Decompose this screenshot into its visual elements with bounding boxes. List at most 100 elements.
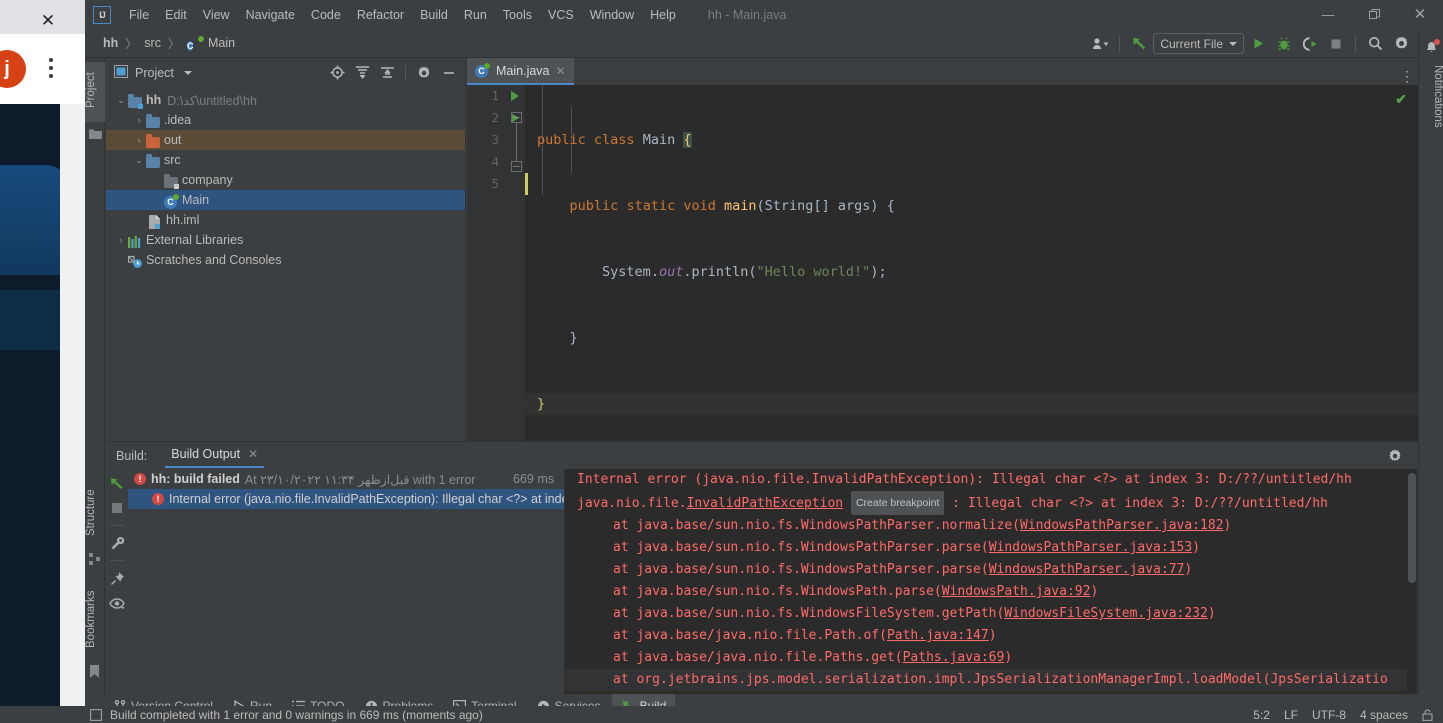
file-encoding[interactable]: UTF-8 bbox=[1312, 708, 1346, 722]
code-editor[interactable]: 1 2 3 4 5 ─ ─ public class Main { public… bbox=[467, 85, 1425, 441]
build-console[interactable]: Internal error (java.nio.file.InvalidPat… bbox=[565, 469, 1443, 695]
chevron-down-icon[interactable] bbox=[183, 70, 192, 75]
tree-node-hh-iml[interactable]: hh.iml bbox=[106, 210, 465, 230]
maximize-icon[interactable] bbox=[1351, 0, 1397, 29]
menu-vcs[interactable]: VCS bbox=[540, 5, 582, 25]
fold-region-line bbox=[516, 123, 517, 161]
indent-setting[interactable]: 4 spaces bbox=[1360, 708, 1408, 722]
java-class-icon: C bbox=[186, 40, 194, 51]
build-events-tree[interactable]: ! hh: build failed At ۲۳/۱۰/۲۰۲۲ ۱۱:۳۴ ق… bbox=[128, 469, 565, 695]
build-event-title: hh: build failed bbox=[151, 472, 240, 486]
line-separator[interactable]: LF bbox=[1284, 708, 1298, 722]
module-folder-icon bbox=[128, 93, 143, 109]
menu-edit[interactable]: Edit bbox=[157, 5, 195, 25]
stop-icon[interactable] bbox=[109, 500, 125, 516]
sidebar-tab-project[interactable]: Project bbox=[85, 62, 105, 122]
expand-all-icon[interactable] bbox=[350, 62, 374, 84]
chevron-down-icon[interactable]: ⌄ bbox=[132, 155, 146, 166]
kebab-menu-icon[interactable] bbox=[42, 54, 60, 84]
run-with-coverage-icon[interactable] bbox=[1298, 33, 1322, 55]
run-gutter-icon[interactable] bbox=[511, 91, 519, 101]
debug-icon[interactable] bbox=[1272, 33, 1296, 55]
search-icon[interactable] bbox=[1363, 33, 1387, 55]
exception-link[interactable]: InvalidPathException bbox=[687, 496, 844, 511]
code-line-2[interactable]: public static void main(String[] args) { bbox=[525, 195, 1425, 217]
stack-link[interactable]: WindowsPathParser.java:77 bbox=[989, 562, 1185, 577]
close-icon[interactable]: ✕ bbox=[1397, 0, 1443, 29]
sidebar-tab-structure[interactable]: Structure bbox=[85, 478, 105, 548]
tree-node-company[interactable]: company bbox=[106, 170, 465, 190]
select-opened-file-icon[interactable] bbox=[325, 62, 349, 84]
tree-node-external-libraries[interactable]: › External Libraries bbox=[106, 230, 465, 250]
build-settings-icon[interactable] bbox=[109, 535, 125, 551]
chevron-right-icon[interactable]: › bbox=[114, 235, 128, 245]
breadcrumb-main[interactable]: Main bbox=[206, 36, 237, 50]
menu-window[interactable]: Window bbox=[582, 5, 642, 25]
hide-icon[interactable] bbox=[437, 62, 461, 84]
menu-help[interactable]: Help bbox=[642, 5, 684, 25]
close-icon[interactable]: ✕ bbox=[38, 12, 58, 32]
close-icon[interactable]: ✕ bbox=[556, 64, 566, 78]
tree-node-idea[interactable]: › .idea bbox=[106, 110, 465, 130]
stack-link[interactable]: WindowsPathParser.java:153 bbox=[989, 540, 1193, 555]
close-icon[interactable]: ✕ bbox=[248, 447, 258, 461]
event-log-icon[interactable] bbox=[90, 708, 102, 721]
code-line-1[interactable]: public class Main { bbox=[525, 129, 1425, 151]
tree-node-src[interactable]: ⌄ src bbox=[106, 150, 465, 170]
update-project-icon[interactable] bbox=[1127, 33, 1151, 55]
menu-code[interactable]: Code bbox=[303, 5, 349, 25]
code-content[interactable]: public class Main { public static void m… bbox=[525, 85, 1425, 441]
settings-icon[interactable] bbox=[1383, 445, 1407, 467]
build-event-root[interactable]: ! hh: build failed At ۲۳/۱۰/۲۰۲۲ ۱۱:۳۴ ق… bbox=[128, 469, 564, 489]
breadcrumb-hh[interactable]: hh bbox=[101, 36, 120, 50]
run-icon[interactable] bbox=[1246, 33, 1270, 55]
code-line-4[interactable]: } bbox=[525, 327, 1425, 349]
build-event-error[interactable]: ! Internal error (java.nio.file.InvalidP… bbox=[128, 489, 564, 509]
stop-icon[interactable] bbox=[1324, 33, 1348, 55]
editor-tab-main-java[interactable]: C Main.java ✕ bbox=[467, 58, 574, 85]
eye-icon[interactable] bbox=[109, 595, 125, 611]
fold-collapse-icon[interactable]: ─ bbox=[511, 112, 522, 123]
stack-link[interactable]: Paths.java:69 bbox=[903, 650, 1005, 665]
create-breakpoint-badge[interactable]: Create breakpoint bbox=[850, 491, 945, 515]
fold-collapse-icon[interactable]: ─ bbox=[511, 161, 522, 172]
minimize-icon[interactable]: — bbox=[1305, 0, 1351, 29]
stack-link[interactable]: Path.java:147 bbox=[887, 628, 989, 643]
chevron-right-icon[interactable]: › bbox=[132, 115, 146, 125]
tree-node-main[interactable]: C Main bbox=[106, 190, 465, 210]
tree-node-scratches[interactable]: Scratches and Consoles bbox=[106, 250, 465, 270]
chevron-down-icon[interactable]: ⌄ bbox=[114, 95, 128, 106]
tree-node-hh[interactable]: ⌄ hh D:\کد\untitled\hh bbox=[106, 90, 465, 110]
stack-link[interactable]: WindowsPath.java:92 bbox=[942, 584, 1091, 599]
background-scrollbar-track[interactable]: ▲ bbox=[60, 104, 142, 723]
rerun-icon[interactable] bbox=[109, 475, 125, 491]
chevron-right-icon[interactable]: › bbox=[132, 135, 146, 145]
pin-icon[interactable] bbox=[109, 570, 125, 586]
menu-tools[interactable]: Tools bbox=[495, 5, 540, 25]
run-configuration-selector[interactable]: Current File bbox=[1153, 33, 1244, 54]
settings-icon[interactable] bbox=[412, 62, 436, 84]
code-line-3[interactable]: System.out.println("Hello world!"); bbox=[525, 261, 1425, 283]
sidebar-tab-notifications[interactable]: Notifications bbox=[1419, 65, 1443, 128]
lock-icon[interactable] bbox=[1422, 708, 1433, 721]
menu-build[interactable]: Build bbox=[412, 5, 456, 25]
collapse-all-icon[interactable] bbox=[375, 62, 399, 84]
code-line-5[interactable]: } bbox=[525, 393, 1425, 415]
menu-navigate[interactable]: Navigate bbox=[238, 5, 303, 25]
sidebar-tab-bookmarks[interactable]: Bookmarks bbox=[85, 580, 105, 658]
caret-position[interactable]: 5:2 bbox=[1253, 708, 1270, 722]
menu-view[interactable]: View bbox=[195, 5, 238, 25]
menu-bar: IJ File Edit View Navigate Code Refactor… bbox=[85, 0, 1443, 29]
profile-icon[interactable] bbox=[1088, 33, 1112, 55]
stack-link[interactable]: WindowsFileSystem.java:232 bbox=[1004, 606, 1208, 621]
breadcrumb-src[interactable]: src bbox=[142, 36, 163, 50]
menu-refactor[interactable]: Refactor bbox=[349, 5, 412, 25]
stack-link[interactable]: WindowsPathParser.java:182 bbox=[1020, 518, 1224, 533]
inspection-status-icon[interactable]: ✔ bbox=[1395, 91, 1407, 108]
tree-node-out[interactable]: › out bbox=[106, 130, 465, 150]
menu-file[interactable]: File bbox=[121, 5, 157, 25]
console-scrollbar-thumb[interactable] bbox=[1408, 473, 1416, 583]
menu-run[interactable]: Run bbox=[456, 5, 495, 25]
build-output-tab[interactable]: Build Output ✕ bbox=[165, 443, 265, 468]
settings-icon[interactable] bbox=[1389, 33, 1413, 55]
